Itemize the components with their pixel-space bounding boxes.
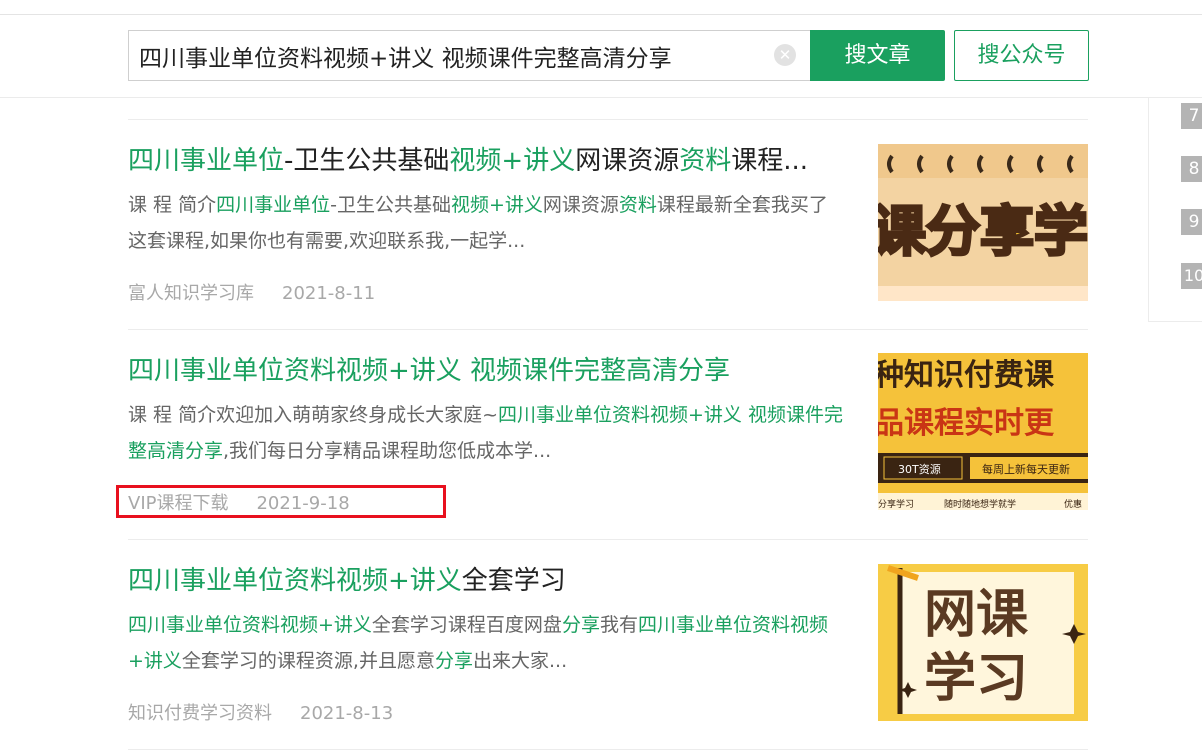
rank-number: 9	[1181, 209, 1202, 235]
result-meta: 富人知识学习库 2021-8-11	[128, 279, 375, 305]
rank-number: 10	[1181, 263, 1202, 289]
result-description: 四川事业单位资料视频+讲义全套学习课程百度网盘分享我有四川事业单位资料视频+讲义…	[128, 607, 844, 679]
thumbnail-image: 网课 学习	[878, 564, 1088, 721]
svg-text:每周上新每天更新: 每周上新每天更新	[982, 462, 1070, 476]
text-segment: 课 程 简介	[128, 194, 217, 216]
divider	[128, 119, 1088, 120]
highlighted-keyword: 分享	[561, 614, 600, 636]
hot-ranking-sidebar: 7 8 9 10	[1148, 98, 1202, 322]
highlighted-keyword: 四川事业单位资料视频+讲义	[128, 566, 462, 596]
divider	[128, 329, 1088, 330]
highlighted-keyword: 四川事业单位	[128, 146, 285, 176]
highlighted-keyword: 视频+讲义	[449, 146, 576, 176]
text-segment: 全套学习	[461, 566, 566, 596]
text-segment: 网课资源	[575, 146, 680, 176]
search-accounts-button[interactable]: 搜公众号	[954, 30, 1089, 81]
search-input[interactable]	[139, 31, 769, 80]
svg-text:品课程实时更: 品课程实时更	[878, 406, 1055, 441]
text-segment: 出来大家...	[472, 650, 568, 672]
text-segment: 全套学习课程百度网盘	[371, 614, 562, 636]
highlighted-keyword: 视频+讲义	[450, 194, 543, 216]
thumbnail-image: 种知识付费课 品课程实时更 30T资源 每周上新每天更新 分享学习 随时随地想学…	[878, 353, 1088, 510]
source-account-link[interactable]: 富人知识学习库	[128, 283, 254, 304]
highlighted-keyword: 四川事业单位资料视频+讲义 视频课件完整高清分享	[128, 356, 731, 386]
result-item: 四川事业单位-卫生公共基础视频+讲义网课资源资料课程... 课 程 简介四川事业…	[128, 143, 1088, 305]
highlight-annotation-box	[116, 485, 446, 518]
result-thumbnail[interactable]: 网课 学习	[878, 564, 1088, 721]
svg-text:随时随地想学就学: 随时随地想学就学	[944, 498, 1016, 510]
rank-number: 7	[1181, 103, 1202, 129]
publish-date: 2021-8-11	[282, 283, 376, 304]
result-title-link[interactable]: 四川事业单位-卫生公共基础视频+讲义网课资源资料课程...	[128, 143, 848, 179]
text-segment: 我有	[599, 614, 638, 636]
result-thumbnail[interactable]: 课分享学	[878, 144, 1088, 301]
divider	[128, 749, 1088, 750]
svg-text:分享学习: 分享学习	[878, 498, 914, 510]
result-title-link[interactable]: 四川事业单位资料视频+讲义 视频课件完整高清分享	[128, 353, 848, 389]
result-meta: 知识付费学习资料 2021-8-13	[128, 699, 393, 725]
svg-text:优惠: 优惠	[1064, 498, 1082, 510]
highlighted-keyword: 四川事业单位资料视频+讲义	[128, 614, 372, 636]
result-description: 课 程 简介四川事业单位-卫生公共基础视频+讲义网课资源资料课程最新全套我买了这…	[128, 187, 844, 259]
result-item: 四川事业单位资料视频+讲义全套学习 四川事业单位资料视频+讲义全套学习课程百度网…	[128, 563, 1088, 725]
text-segment: -卫生公共基础	[330, 194, 451, 216]
divider	[128, 539, 1088, 540]
text-segment: 课 程 简介欢迎加入萌萌家终身成长大家庭~	[128, 404, 499, 426]
text-segment: 全套学习的课程资源,并且愿意	[181, 650, 435, 672]
result-description: 课 程 简介欢迎加入萌萌家终身成长大家庭~四川事业单位资料视频+讲义 视频课件完…	[128, 397, 844, 469]
text-segment: ,我们每日分享精品课程助您低成本学...	[223, 440, 552, 462]
text-segment: -卫生公共基础	[284, 146, 450, 176]
thumbnail-image: 课分享学	[878, 144, 1088, 301]
highlighted-keyword: 资料	[679, 146, 732, 176]
highlighted-keyword: 分享	[434, 650, 473, 672]
source-account-link[interactable]: 知识付费学习资料	[128, 703, 272, 724]
text-segment: 课程...	[731, 146, 809, 176]
search-header: ✕ 搜文章 搜公众号	[0, 15, 1202, 98]
result-thumbnail[interactable]: 种知识付费课 品课程实时更 30T资源 每周上新每天更新 分享学习 随时随地想学…	[878, 353, 1088, 510]
svg-text:学习: 学习	[924, 649, 1028, 709]
search-articles-button[interactable]: 搜文章	[810, 30, 945, 81]
svg-text:课分享学: 课分享学	[878, 200, 1088, 263]
svg-text:30T资源: 30T资源	[898, 462, 941, 476]
text-segment: 网课资源	[542, 194, 619, 216]
result-title-link[interactable]: 四川事业单位资料视频+讲义全套学习	[128, 563, 848, 599]
highlighted-keyword: 资料	[618, 194, 657, 216]
search-box[interactable]: ✕	[128, 30, 811, 81]
highlighted-keyword: 四川事业单位	[216, 194, 331, 216]
publish-date: 2021-8-13	[300, 703, 394, 724]
rank-number: 8	[1181, 156, 1202, 182]
svg-text:种知识付费课: 种知识付费课	[878, 358, 1055, 393]
clear-icon[interactable]: ✕	[774, 44, 796, 66]
svg-text:网课: 网课	[924, 585, 1029, 645]
